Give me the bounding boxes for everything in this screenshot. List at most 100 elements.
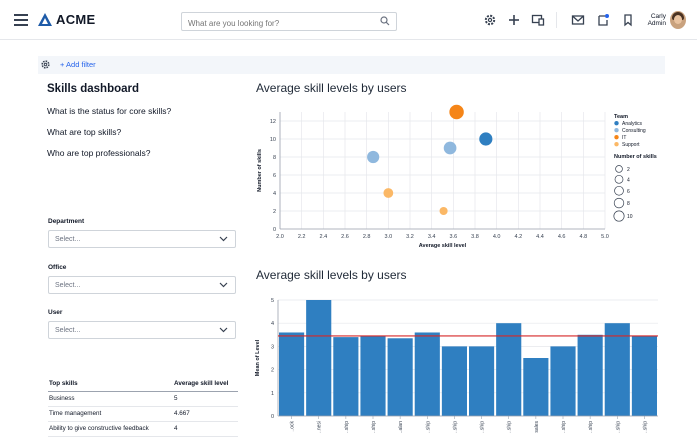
add-plus-icon[interactable] [507, 13, 521, 27]
skill-name: Ability to give constructive feedback [49, 425, 149, 432]
top-skills-table: Top skills Average skill level Business … [48, 377, 238, 437]
y-axis-label: Number of skills [257, 149, 263, 192]
y-tick-label: 0 [271, 414, 274, 420]
scatter-chart: 2.0 2.2 2.4 2.6 2.8 3.0 3.2 3.4 3.6 3.8 4.0 4.2 4.4 4… [257, 104, 657, 249]
x-tick-label: ..ship [425, 421, 431, 433]
table-row[interactable]: Time management 4.667 [48, 407, 238, 422]
legend-size-label: 6 [627, 189, 630, 195]
x-tick-label: 4.6 [558, 234, 566, 240]
user-select[interactable]: Select... [48, 321, 236, 339]
skill-name: Business [49, 395, 75, 402]
search-box[interactable] [181, 12, 397, 33]
bar [306, 300, 332, 416]
add-filter-link[interactable]: + Add filter [60, 60, 96, 69]
skill-name: Time management [49, 410, 102, 417]
x-tick-label: 2.4 [320, 234, 328, 240]
legend-team-label: Support [622, 142, 640, 148]
question-link-core-skills[interactable]: What is the status for core skills? [47, 106, 171, 116]
skill-level: 4.667 [174, 410, 190, 417]
legend-size-circle [613, 197, 625, 209]
question-link-top-professionals[interactable]: Who are top professionals? [47, 148, 150, 158]
office-label: Office [48, 264, 67, 271]
legend-size-circle [615, 165, 623, 173]
logo[interactable]: ACME [38, 12, 95, 27]
department-label: Department [48, 218, 85, 225]
legend-team-swatch [614, 128, 619, 133]
scatter-point [443, 141, 457, 155]
user-first-name: Carly [650, 13, 666, 20]
settings-gear-icon[interactable] [483, 13, 497, 27]
x-tick-label: ..ship [615, 421, 621, 433]
x-tick-label: ..ship [480, 421, 486, 433]
devices-icon[interactable] [531, 13, 545, 27]
bar [333, 337, 359, 416]
x-tick-label: ..ship [642, 421, 648, 433]
notifications-icon[interactable] [596, 13, 610, 27]
search-icon[interactable] [380, 16, 390, 26]
x-tick-label: ..ship [371, 421, 377, 433]
legend-size-label: 10 [627, 214, 633, 220]
bar [387, 338, 413, 416]
bar-chart-title: Average skill levels by users [256, 268, 407, 282]
bar [360, 335, 386, 416]
filter-bar: + Add filter [38, 56, 665, 74]
hamburger-menu-icon[interactable] [14, 14, 28, 26]
brand-name: ACME [56, 12, 96, 27]
x-tick-label: ..ship [452, 421, 458, 433]
x-axis-label: Average skill level [419, 243, 467, 249]
legend-team-swatch [614, 121, 619, 126]
x-tick-label: ..nesi [317, 421, 323, 433]
top-bar: ACME Carly Admin [0, 0, 697, 40]
y-tick-label: 8 [273, 155, 276, 161]
scatter-point [367, 150, 380, 164]
chevron-down-icon [219, 327, 228, 333]
legend-team-label: Consulting [622, 128, 646, 134]
y-tick-label: 5 [271, 298, 274, 304]
table-row[interactable]: Ability to give constructive feedback 4 [48, 422, 238, 437]
x-tick-label: 4.0 [493, 234, 501, 240]
y-tick-label: 10 [270, 137, 276, 143]
user-label: User [48, 309, 63, 316]
scatter-point [383, 188, 394, 198]
scatter-chart-title: Average skill levels by users [256, 81, 407, 95]
legend-size-label: 4 [627, 177, 630, 183]
column-header-top-skills[interactable]: Top skills [49, 380, 78, 387]
legend-size-circle [613, 210, 625, 222]
bar [604, 323, 630, 416]
department-select-value: Select... [55, 236, 81, 243]
scatter-point [479, 132, 493, 146]
acme-logo-icon [38, 13, 52, 26]
legend-size-circle [614, 185, 624, 196]
chevron-down-icon [219, 236, 228, 242]
column-header-average-skill-level[interactable]: Average skill level [174, 380, 228, 387]
x-tick-label: ..ship [344, 421, 350, 433]
legend-size-title: Number of skills [614, 154, 657, 160]
legend-team-label: Analytics [622, 121, 643, 127]
question-link-top-skills[interactable]: What are top skills? [47, 127, 121, 137]
x-tick-label: 4.2 [515, 234, 523, 240]
table-header-row: Top skills Average skill level [48, 377, 238, 392]
y-tick-label: 4 [273, 191, 276, 197]
office-select[interactable]: Select... [48, 276, 236, 294]
filter-settings-icon[interactable] [40, 59, 51, 70]
x-tick-label: ..ship [507, 421, 513, 433]
x-tick-label: ..alan [398, 421, 404, 433]
x-tick-label: ..ship [561, 421, 567, 433]
office-select-value: Select... [55, 282, 81, 289]
bar [496, 323, 522, 416]
scatter-point [439, 206, 448, 216]
bar [469, 346, 495, 416]
bar [631, 335, 657, 416]
y-tick-label: 2 [273, 209, 276, 215]
user-name[interactable]: Carly Admin [640, 13, 666, 27]
skill-level: 4 [174, 425, 178, 432]
avatar[interactable] [670, 11, 686, 29]
table-row[interactable]: Business 5 [48, 392, 238, 407]
bar [414, 332, 440, 416]
x-tick-label: ..ock [290, 421, 296, 432]
mail-icon[interactable] [571, 13, 585, 27]
y-tick-label: 3 [271, 344, 274, 350]
bookmark-icon[interactable] [621, 13, 635, 27]
department-select[interactable]: Select... [48, 230, 236, 248]
search-input[interactable] [182, 14, 375, 33]
